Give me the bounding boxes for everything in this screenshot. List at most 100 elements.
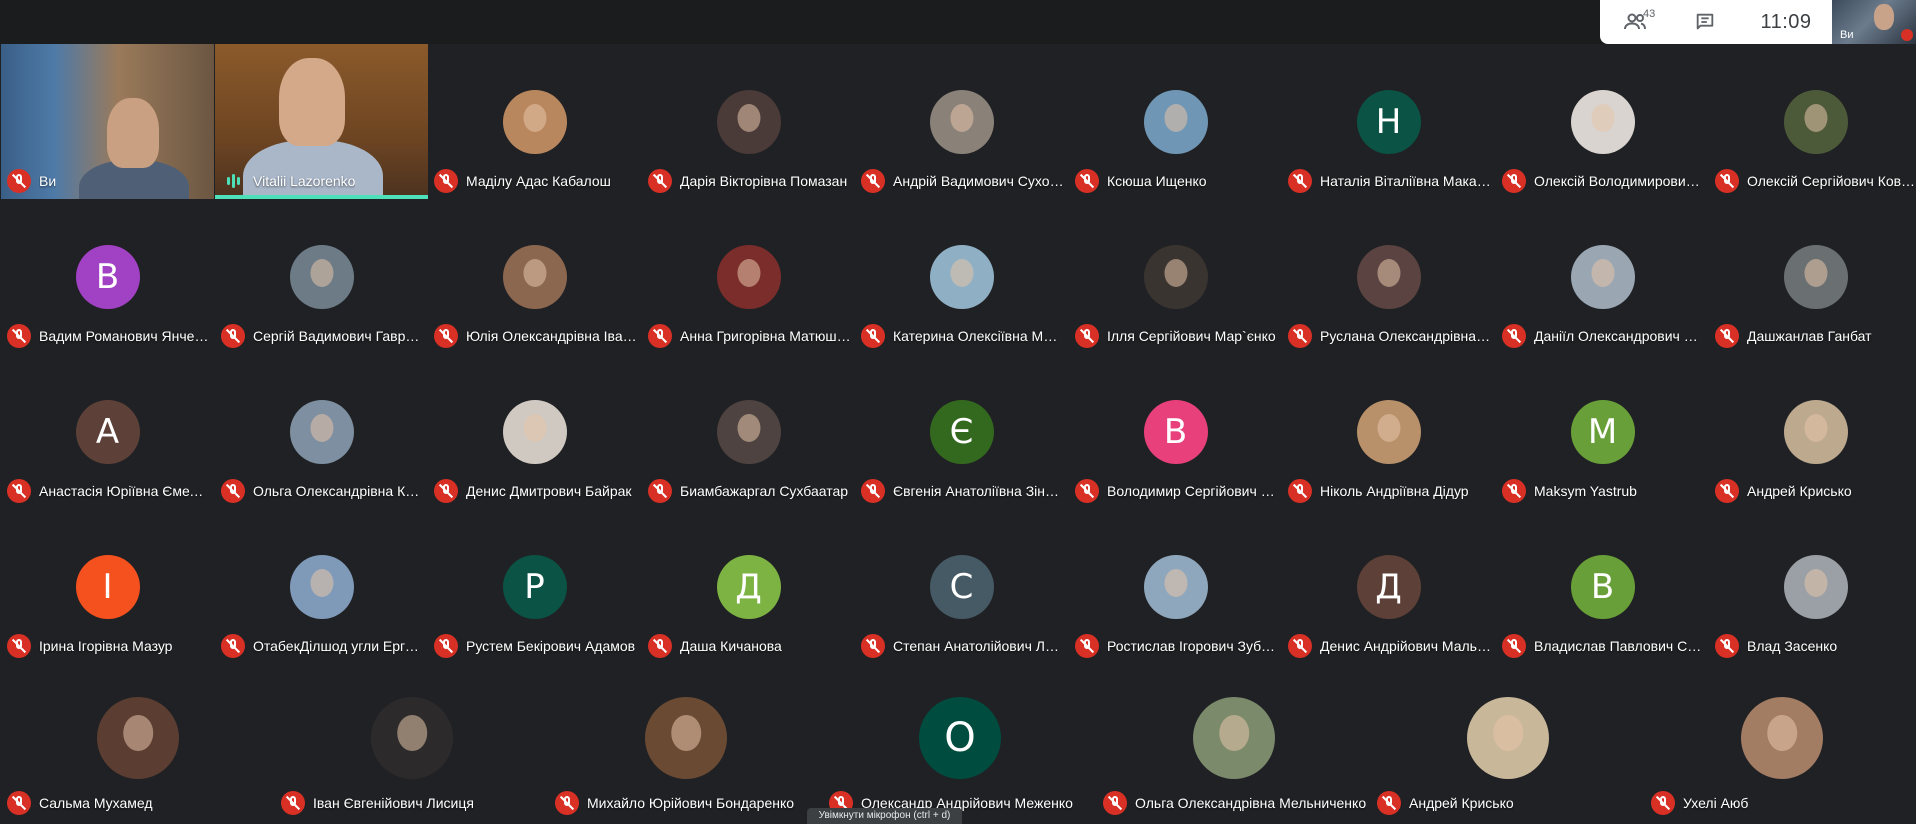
tile-footer: Ви xyxy=(7,169,210,193)
avatar-initial: Д xyxy=(1356,555,1421,619)
participant-name: Владислав Павлович Сидоренко xyxy=(1534,638,1705,654)
tile-footer: Maksym Yastrub xyxy=(1502,479,1705,503)
participant-tile[interactable]: Руслана Олександрівна Бондар xyxy=(1282,199,1495,354)
avatar-photo xyxy=(645,697,727,779)
participant-video-person xyxy=(107,98,159,168)
participant-tile[interactable]: ОтабекДілшод угли Ергашев xyxy=(215,509,428,664)
participant-name: Дашжанлав Ганбат xyxy=(1747,328,1872,344)
participant-tile[interactable]: Ксюша Ищенко xyxy=(1069,44,1282,199)
mic-off-icon xyxy=(1288,324,1312,348)
participant-tile[interactable]: Дашжанлав Ганбат xyxy=(1709,199,1916,354)
avatar-photo xyxy=(289,555,354,619)
participant-name: Олексій Сергійович Коваленко xyxy=(1747,173,1916,189)
tile-footer: Ростислав Ігорович Зубенко xyxy=(1075,634,1278,658)
self-view-thumbnail[interactable]: Ви xyxy=(1832,0,1916,44)
tile-footer: Ольга Олександрівна Кравченко xyxy=(221,479,424,503)
participant-tile[interactable]: Влад Засенко xyxy=(1709,509,1916,664)
participant-tile[interactable]: Н Наталія Віталіївна Макаренко xyxy=(1282,44,1495,199)
mic-off-icon xyxy=(1075,479,1099,503)
participant-tile[interactable]: Михайло Юрійович Бондаренко xyxy=(549,661,823,821)
participant-tile[interactable]: M Maksym Yastrub xyxy=(1496,354,1709,509)
participant-tile[interactable]: С Степан Анатолійович Литвиненко xyxy=(855,509,1068,664)
tile-footer: Ксюша Ищенко xyxy=(1075,169,1278,193)
people-button[interactable]: 43 xyxy=(1600,0,1670,44)
participant-tile[interactable]: В Владислав Павлович Сидоренко xyxy=(1496,509,1709,664)
participant-tile[interactable]: Іван Євгенійович Лисиця xyxy=(275,661,549,821)
participant-tile[interactable]: Даніїл Олександрович Шевченко xyxy=(1496,199,1709,354)
avatar-photo xyxy=(1143,245,1208,309)
participant-tile[interactable]: Денис Дмитрович Байрак xyxy=(428,354,641,509)
tile-footer: Рустем Бекірович Адамов xyxy=(434,634,637,658)
avatar-initial: А xyxy=(75,400,140,464)
participant-tile[interactable]: Олексій Володимирович Петренко xyxy=(1496,44,1709,199)
participant-tile[interactable]: Андрей Крисько xyxy=(1709,354,1916,509)
participant-name: Денис Андрійович Мальцев xyxy=(1320,638,1491,654)
participant-name: Maksym Yastrub xyxy=(1534,483,1637,499)
mic-off-icon xyxy=(1288,634,1312,658)
participant-tile[interactable]: Д Денис Андрійович Мальцев xyxy=(1282,509,1495,664)
tile-footer: Юлія Олександрівна Іваненко xyxy=(434,324,637,348)
participant-name: Сергій Вадимович Гавриленко xyxy=(253,328,424,344)
avatar-initial: В xyxy=(75,245,140,309)
participant-name: Ольга Олександрівна Мельниченко xyxy=(1135,795,1367,811)
participant-tile[interactable]: Биамбажаргал Сухбаатар xyxy=(642,354,855,509)
participant-tile[interactable]: В Володимир Сергійович Ткаченко xyxy=(1069,354,1282,509)
mic-off-icon xyxy=(1502,634,1526,658)
mic-off-icon xyxy=(1715,324,1739,348)
participant-tile[interactable]: Д Даша Кичанова xyxy=(642,509,855,664)
participant-tile[interactable]: Ольга Олександрівна Мельниченко xyxy=(1097,661,1371,821)
participant-tile[interactable]: Андрій Вадимович Сухоруков xyxy=(855,44,1068,199)
mic-off-icon xyxy=(434,169,458,193)
participant-tile[interactable]: Vitalii Lazorenko xyxy=(215,44,428,199)
avatar-initial: Є xyxy=(929,400,994,464)
participant-name: Ви xyxy=(39,173,57,189)
mic-off-icon xyxy=(434,324,458,348)
mic-off-icon xyxy=(434,479,458,503)
avatar-photo xyxy=(1570,90,1635,154)
tile-footer: Володимир Сергійович Ткаченко xyxy=(1075,479,1278,503)
participant-tile[interactable]: Олексій Сергійович Коваленко xyxy=(1709,44,1916,199)
avatar-photo xyxy=(289,400,354,464)
tile-footer: Андрей Крисько xyxy=(1715,479,1916,503)
mic-off-icon xyxy=(7,324,31,348)
avatar-photo xyxy=(289,245,354,309)
participant-tile[interactable]: Р Рустем Бекірович Адамов xyxy=(428,509,641,664)
participant-tile[interactable]: Дарія Вікторівна Помазан xyxy=(642,44,855,199)
participant-tile[interactable]: Катерина Олексіївна Мельник xyxy=(855,199,1068,354)
participant-name: Катерина Олексіївна Мельник xyxy=(893,328,1064,344)
avatar-initial: О xyxy=(919,697,1001,779)
tile-footer: Ілля Сергійович Мар`єнко xyxy=(1075,324,1278,348)
participant-tile[interactable]: Ніколь Андріївна Дідур xyxy=(1282,354,1495,509)
participant-tile[interactable]: Юлія Олександрівна Іваненко xyxy=(428,199,641,354)
mic-off-icon xyxy=(861,169,885,193)
participant-tile[interactable]: Андрей Крисько xyxy=(1371,661,1645,821)
mic-off-icon xyxy=(648,479,672,503)
participant-name: Степан Анатолійович Литвиненко xyxy=(893,638,1064,654)
participant-name: Андрей Крисько xyxy=(1747,483,1852,499)
tile-footer: Дашжанлав Ганбат xyxy=(1715,324,1916,348)
avatar-photo xyxy=(929,90,994,154)
participant-tile[interactable]: Маділу Адас Кабалош xyxy=(428,44,641,199)
participant-tile[interactable]: Є Євгенія Анатоліївна Зінченко xyxy=(855,354,1068,509)
participant-tile[interactable]: Анна Григорівна Матюшенко xyxy=(642,199,855,354)
participant-name: Анна Григорівна Матюшенко xyxy=(680,328,851,344)
tile-footer: Ірина Ігорівна Мазур xyxy=(7,634,210,658)
mic-off-icon xyxy=(1075,634,1099,658)
mic-off-icon xyxy=(1075,324,1099,348)
mic-off-icon xyxy=(281,791,305,815)
participant-tile[interactable]: Сергій Вадимович Гавриленко xyxy=(215,199,428,354)
participant-name: Дарія Вікторівна Помазан xyxy=(680,173,848,189)
participant-tile[interactable]: Сальма Мухамед xyxy=(1,661,275,821)
participant-tile[interactable]: О Олександр Андрійович Меженко xyxy=(823,661,1097,821)
participant-tile[interactable]: Ви xyxy=(1,44,214,199)
tile-footer: Сергій Вадимович Гавриленко xyxy=(221,324,424,348)
chat-button[interactable] xyxy=(1670,0,1740,44)
participant-tile[interactable]: В Вадим Романович Янченко xyxy=(1,199,214,354)
participant-tile[interactable]: Ольга Олександрівна Кравченко xyxy=(215,354,428,509)
participant-tile[interactable]: Ухелі Аюб xyxy=(1645,661,1916,821)
participant-tile[interactable]: Ростислав Ігорович Зубенко xyxy=(1069,509,1282,664)
mic-off-icon xyxy=(1288,479,1312,503)
participant-tile[interactable]: Ілля Сергійович Мар`єнко xyxy=(1069,199,1282,354)
participant-tile[interactable]: А Анастасія Юріївна Ємельяненко xyxy=(1,354,214,509)
participant-tile[interactable]: І Ірина Ігорівна Мазур xyxy=(1,509,214,664)
